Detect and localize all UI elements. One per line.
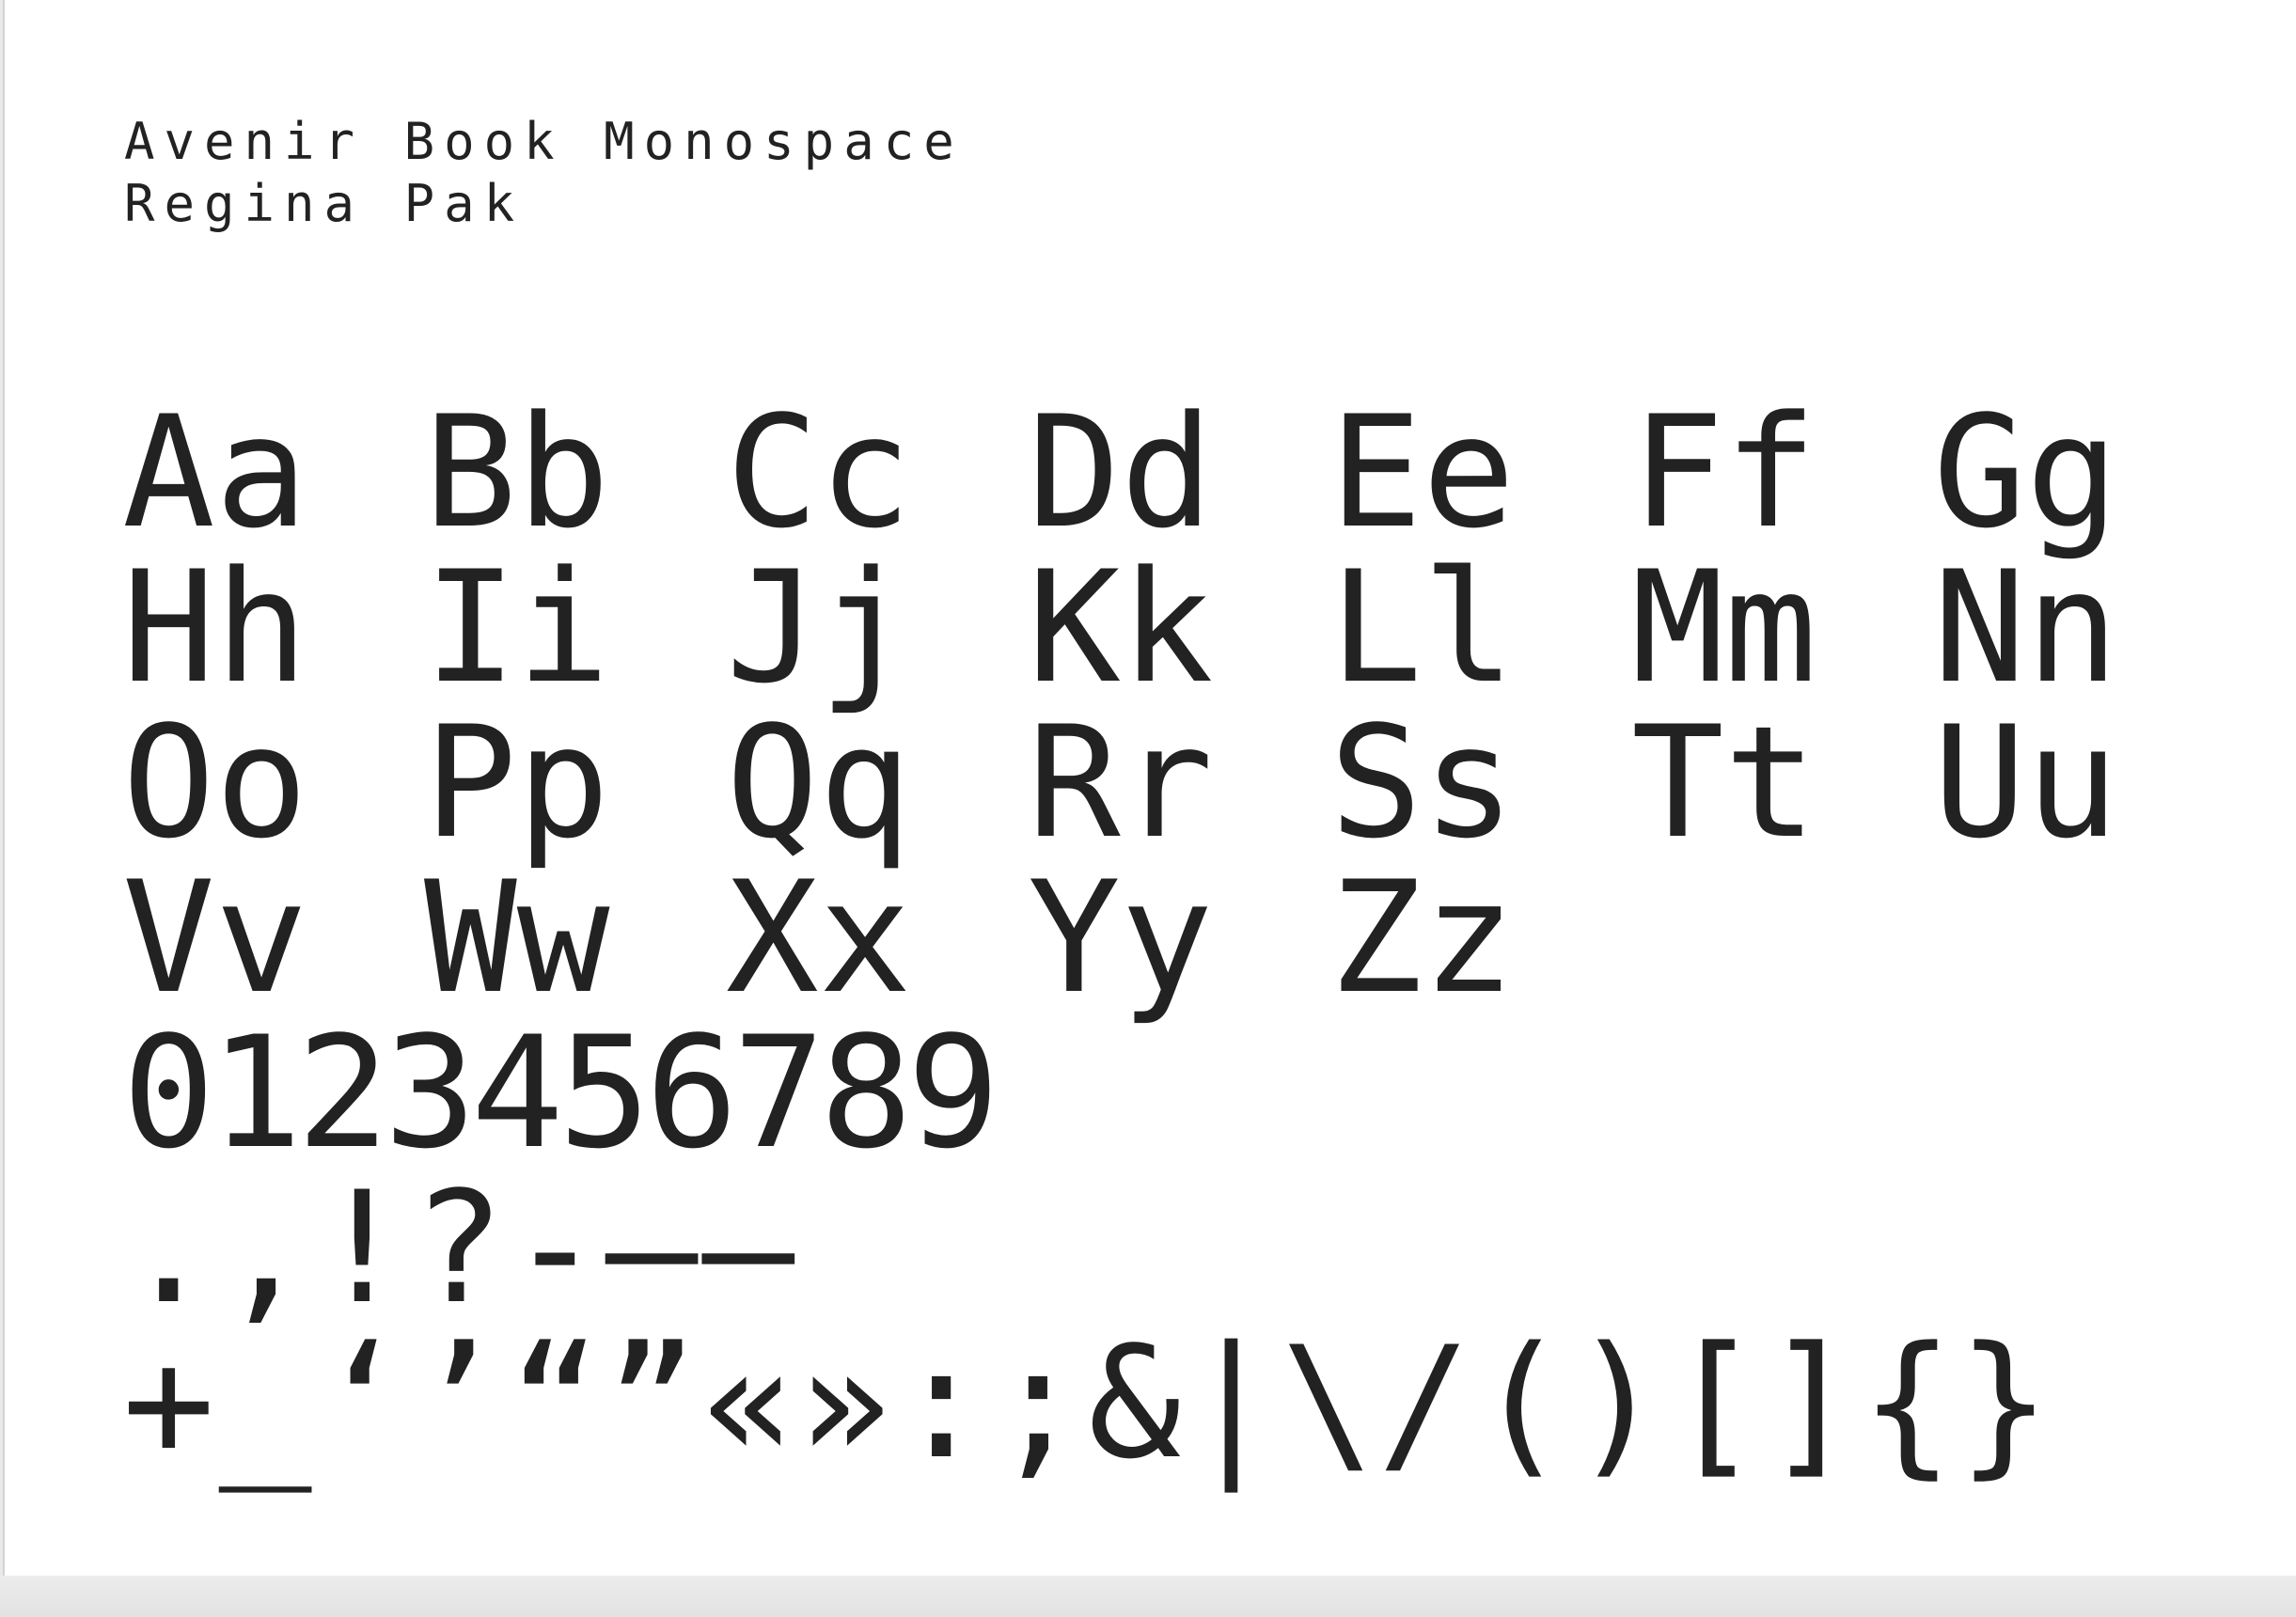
glyph-pair: Mm [1631, 538, 1817, 717]
alphabet-row: Vv Ww Xx Yy Zz [122, 860, 2235, 1015]
symbols-row: +_‘’“”«»:;&|\/()[]{} [122, 1313, 2054, 1493]
glyph-pair: Tt [1631, 693, 1817, 872]
glyph-pair: Ff [1631, 383, 1817, 562]
digits-row: 0123456789 [122, 1003, 999, 1183]
glyph-pair: Qq [726, 693, 912, 872]
specimen-page: Avenir Book Monospace Regina Pak Aa Bb C… [3, 0, 2296, 1576]
punctuation-row: .,!?-–— [122, 1158, 799, 1338]
credits-block: Avenir Book Monospace Regina Pak [124, 111, 964, 235]
author-name: Regina Pak [124, 174, 525, 233]
glyph-specimen: Aa Bb Cc Dd Ee Ff Gg Hh Ii Jj Kk Ll Mm N… [122, 395, 2235, 1481]
glyph-pair: Jj [726, 538, 912, 717]
glyph-pair: Rr [1028, 693, 1214, 872]
glyph-pair: Cc [726, 383, 912, 562]
glyph-pair: Nn [1933, 538, 2119, 717]
glyph-pair: Dd [1028, 383, 1214, 562]
alphabet-row: Oo Pp Qq Rr Ss Tt Uu [122, 705, 2235, 860]
glyph-pair: Ii [424, 538, 610, 717]
glyph-pair: Aa [122, 383, 308, 562]
glyph-pair: Ww [424, 848, 610, 1028]
glyph-pair: Ss [1329, 693, 1516, 872]
window-bottom-strip [0, 1576, 2296, 1617]
glyph-pair: Bb [424, 383, 610, 562]
glyph-pair: Kk [1028, 538, 1214, 717]
glyph-pair: Zz [1329, 848, 1516, 1028]
glyph-pair: Gg [1933, 383, 2119, 562]
glyph-pair: Ll [1329, 538, 1516, 717]
font-name-title: Avenir Book Monospace [124, 112, 964, 171]
glyph-pair: Hh [122, 538, 308, 717]
glyph-pair: Ee [1329, 383, 1516, 562]
alphabet-row: Hh Ii Jj Kk Ll Mm Nn [122, 550, 2235, 705]
glyph-pair: Oo [122, 693, 308, 872]
glyph-pair: Xx [726, 848, 912, 1028]
glyph-pair: Vv [122, 848, 308, 1028]
alphabet-row: Aa Bb Cc Dd Ee Ff Gg [122, 395, 2235, 550]
glyph-pair: Pp [424, 693, 610, 872]
glyph-pair: Uu [1933, 693, 2119, 872]
glyph-pair: Yy [1028, 848, 1214, 1028]
